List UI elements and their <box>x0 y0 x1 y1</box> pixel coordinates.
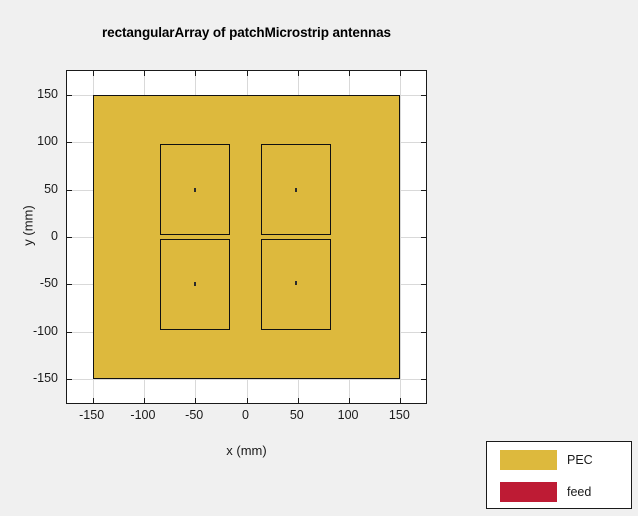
page-title: rectangularArray of patchMicrostrip ante… <box>102 25 391 40</box>
y-axis-tick-label: 100 <box>37 134 58 149</box>
y-axis-tick <box>421 331 426 333</box>
legend-item-pec: PEC <box>487 446 631 474</box>
y-axis-tick <box>67 189 72 191</box>
x-axis-tick <box>297 398 299 403</box>
y-axis-tick-label: -100 <box>32 323 58 338</box>
legend-swatch-pec <box>500 450 557 470</box>
legend-swatch-feed <box>500 482 557 502</box>
y-axis-tick <box>421 284 426 286</box>
x-axis-tick <box>400 398 402 403</box>
feed-top-right <box>294 187 297 192</box>
x-axis-tick-label: 150 <box>388 408 410 422</box>
legend-label-feed: feed <box>567 485 592 499</box>
x-axis-tick-label: -100 <box>130 408 156 422</box>
x-axis-tick <box>246 71 248 76</box>
matlab-figure-window: rectangularArray of patchMicrostrip ante… <box>0 0 638 516</box>
y-axis-tick <box>67 94 72 96</box>
plot-area <box>67 71 426 403</box>
y-axis-tick <box>67 237 72 238</box>
legend-label-pec: PEC <box>567 453 593 467</box>
y-axis-tick <box>421 237 426 238</box>
feed-bottom-right <box>294 280 297 285</box>
x-axis-tick-label: -150 <box>79 408 105 422</box>
x-axis-tick-label: 50 <box>289 408 304 422</box>
x-axis-tick <box>400 71 402 76</box>
x-axis-tick <box>92 398 94 403</box>
y-axis-tick <box>421 379 426 381</box>
x-axis-tick-label: 100 <box>337 408 359 422</box>
gridline-horizontal <box>67 379 426 381</box>
feed-bottom-left <box>194 282 197 287</box>
y-axis-tick <box>67 142 72 144</box>
y-axis-tick <box>67 379 72 381</box>
y-axis-tick-label: -150 <box>32 371 58 386</box>
x-axis-tick <box>297 71 299 76</box>
x-axis-tick-label: 0 <box>242 408 249 422</box>
ground-plane <box>92 94 401 380</box>
x-axis-tick <box>195 398 197 403</box>
feed-top-left <box>194 187 197 192</box>
y-axis-tick <box>421 189 426 191</box>
y-axis-tick-label: 50 <box>44 181 58 196</box>
legend: PEC feed <box>486 441 632 509</box>
x-axis-tick <box>92 71 94 76</box>
y-axis-tick <box>67 284 72 286</box>
y-axis-tick <box>421 94 426 96</box>
plot-axes <box>66 70 427 404</box>
x-axis-tick-label: -50 <box>185 408 204 422</box>
x-axis-tick <box>143 71 145 76</box>
x-axis-tick <box>349 71 351 76</box>
x-axis-tick <box>246 398 248 403</box>
legend-item-feed: feed <box>487 478 631 506</box>
x-axis-tick <box>143 398 145 403</box>
y-axis-tick-label: 0 <box>51 229 58 243</box>
y-axis-tick <box>421 142 426 144</box>
x-axis-label: x (mm) <box>226 443 267 458</box>
y-axis-tick <box>67 331 72 333</box>
y-axis-tick-label: -50 <box>39 276 58 291</box>
x-axis-tick <box>349 398 351 403</box>
x-axis-tick <box>195 71 197 76</box>
y-axis-tick-label: 150 <box>37 86 58 101</box>
